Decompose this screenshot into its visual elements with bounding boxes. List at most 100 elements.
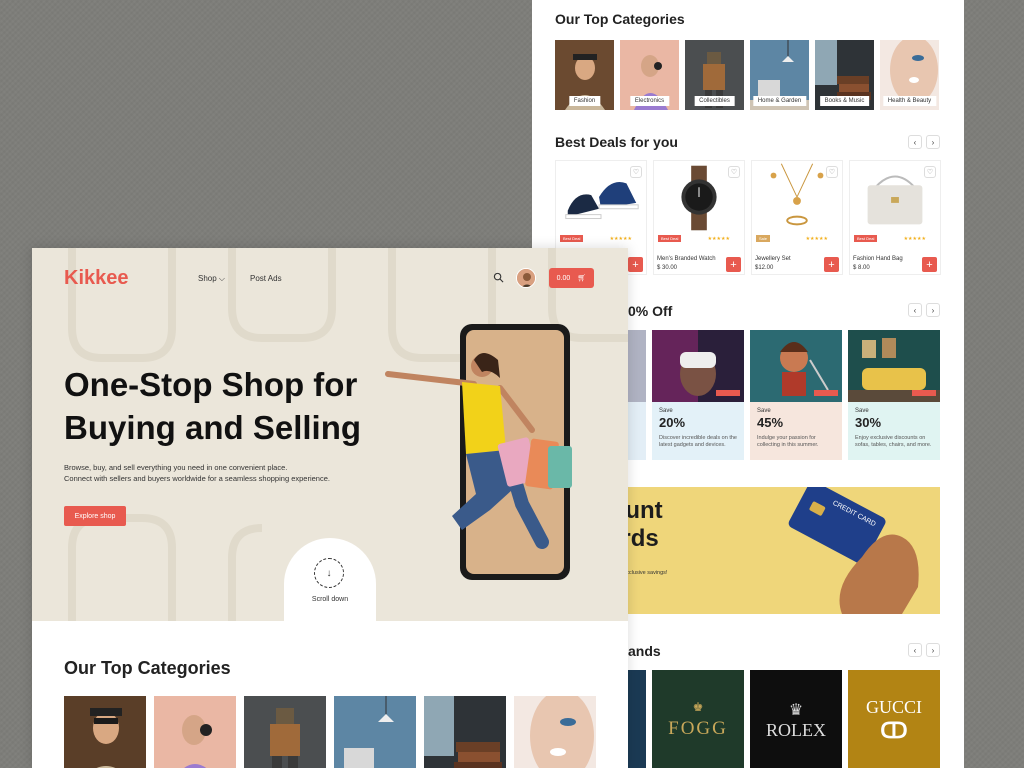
brand-tile-gucci[interactable]: GUCCI ↀ (848, 670, 940, 768)
chevron-right-icon[interactable]: › (926, 643, 940, 657)
category-health-beauty[interactable] (514, 696, 596, 768)
offer-percent: 45% (757, 415, 784, 430)
toy-figure-image (750, 330, 842, 402)
hero-section: Kikkee Shop ⌵ Post Ads 0.00 🛒︎ One-Stop … (32, 248, 628, 621)
deal-price: $12.00 (755, 265, 774, 271)
nav-shop[interactable]: Shop ⌵ (198, 274, 225, 284)
rating-stars: ★★★★★ (609, 236, 632, 242)
hero-title-line1: One-Stop Shop for (64, 366, 358, 403)
chevron-right-icon[interactable]: › (926, 135, 940, 149)
hero-subtitle: Browse, buy, and sell everything you nee… (64, 462, 330, 484)
add-to-cart-button[interactable]: + (922, 257, 937, 272)
books-music-image (424, 696, 506, 768)
scroll-down-label: Scroll down (311, 596, 349, 603)
deals-carousel-arrows: ‹ › (908, 135, 940, 149)
cart-button[interactable]: 0.00 🛒︎ (549, 268, 594, 288)
scroll-down-button[interactable]: ↓ Scroll down (284, 538, 376, 621)
health-beauty-image (514, 696, 596, 768)
heart-icon[interactable]: ♡ (826, 166, 838, 178)
offer-description: Enjoy exclusive discounts on sofas, tabl… (855, 435, 932, 448)
brands-title: ands (628, 643, 661, 659)
deal-price: $ 30.00 (657, 265, 678, 271)
chevron-left-icon[interactable]: ‹ (908, 643, 922, 657)
chevron-down-icon: ⌵ (218, 274, 225, 283)
brands-carousel-arrows: ‹ › (908, 643, 940, 657)
category-home-garden[interactable]: Home & Garden (750, 40, 809, 110)
category-books-music[interactable] (424, 696, 506, 768)
vr-headset-image (652, 330, 744, 402)
front-page: Kikkee Shop ⌵ Post Ads 0.00 🛒︎ One-Stop … (32, 248, 628, 768)
add-to-cart-button[interactable]: + (824, 257, 839, 272)
deal-name: Men's Branded Watch (657, 256, 716, 262)
deal-name: Fashion Hand Bag (853, 256, 903, 262)
offer-description: Discover incredible deals on the latest … (659, 435, 737, 448)
brand-tile-rolex[interactable]: ♛ ROLEX (750, 670, 842, 768)
nav-post-ads[interactable]: Post Ads (250, 274, 282, 283)
chevron-left-icon[interactable]: ‹ (908, 135, 922, 149)
best-deals-title: Best Deals for you (555, 134, 678, 150)
heart-icon[interactable]: ♡ (728, 166, 740, 178)
offer-card[interactable]: Save 20% Discover incredible deals on th… (652, 330, 744, 460)
rating-stars: ★★★★★ (903, 236, 926, 242)
offer-save-label: Save (757, 408, 771, 414)
category-fashion[interactable]: Fashion (555, 40, 614, 110)
category-home-garden[interactable] (334, 696, 416, 768)
offer-percent: 20% (659, 415, 686, 430)
logo[interactable]: Kikkee (64, 267, 129, 290)
chevron-right-icon[interactable]: › (926, 303, 940, 317)
deal-card[interactable]: ♡ Best Deal ★★★★★ Fashion Hand Bag $ 8.0… (849, 160, 941, 275)
offer-save-label: Save (855, 408, 869, 414)
deal-card[interactable]: ♡ Sale ★★★★★ Jewellery Set $12.00 + (751, 160, 843, 275)
category-collectibles[interactable]: Collectibles (685, 40, 744, 110)
offer-body: Save 30% Enjoy exclusive discounts on so… (848, 402, 940, 460)
offers-carousel-arrows: ‹ › (908, 303, 940, 317)
top-categories-title: Our Top Categories (555, 11, 685, 27)
deal-badge: Sale (756, 235, 771, 242)
collectibles-image (244, 696, 326, 768)
category-books-music[interactable]: Books & Music (815, 40, 874, 110)
deal-price: $ 8.00 (853, 265, 870, 271)
crown-icon: ♛ (788, 701, 804, 719)
rating-stars: ★★★★★ (707, 236, 730, 242)
hero-title: One-Stop Shop for Buying and Selling (64, 363, 361, 449)
heart-icon[interactable]: ♡ (924, 166, 936, 178)
heart-icon[interactable]: ♡ (630, 166, 642, 178)
add-to-cart-button[interactable]: + (726, 257, 741, 272)
cart-icon: 🛒︎ (577, 275, 587, 282)
hero-image-phone-shopper (385, 324, 572, 580)
category-fashion[interactable] (64, 696, 146, 768)
chevron-left-icon[interactable]: ‹ (908, 303, 922, 317)
arrow-down-icon: ↓ (314, 558, 344, 588)
category-label: Fashion (568, 96, 601, 106)
add-to-cart-button[interactable]: + (628, 257, 643, 272)
offer-card[interactable]: Save 30% Enjoy exclusive discounts on so… (848, 330, 940, 460)
deal-card[interactable]: ♡ Best Deal ★★★★★ Men's Branded Watch $ … (653, 160, 745, 275)
offer-card[interactable]: Save 45% Indulge your passion for collec… (750, 330, 842, 460)
hero-title-line2: Buying and Selling (64, 409, 362, 446)
category-electronics[interactable]: Electronics (620, 40, 679, 110)
avatar[interactable] (516, 268, 536, 288)
nav-shop-label: Shop (198, 274, 217, 283)
fogg-crest-icon: ♚ (692, 700, 704, 714)
offer-percent: 30% (855, 415, 882, 430)
category-label: Health & Beauty (882, 96, 937, 106)
search-icon[interactable] (493, 272, 504, 283)
category-label: Books & Music (819, 96, 870, 106)
hero-sub-line1: Browse, buy, and sell everything you nee… (64, 463, 288, 472)
front-top-categories-title: Our Top Categories (64, 658, 231, 678)
deal-name: Jewellery Set (755, 256, 791, 262)
offer-body: Save 20% Discover incredible deals on th… (652, 402, 744, 460)
category-electronics[interactable] (154, 696, 236, 768)
brand-tile-fogg[interactable]: ♚ FOGG (652, 670, 744, 768)
offer-description: Indulge your passion for collecting in t… (757, 435, 819, 448)
category-row: Fashion Electronics Collectibles Home & … (555, 40, 939, 110)
electronics-image (154, 696, 236, 768)
cart-amount: 0.00 (556, 274, 571, 282)
category-health-beauty[interactable]: Health & Beauty (880, 40, 939, 110)
credit-card-hand-image: CREDIT CARD (788, 487, 919, 614)
front-category-row (64, 696, 596, 768)
offer-save-label: Save (659, 408, 673, 414)
discount-section-title: 0% Off (628, 303, 673, 319)
explore-shop-button[interactable]: Explore shop (64, 506, 126, 526)
category-collectibles[interactable] (244, 696, 326, 768)
